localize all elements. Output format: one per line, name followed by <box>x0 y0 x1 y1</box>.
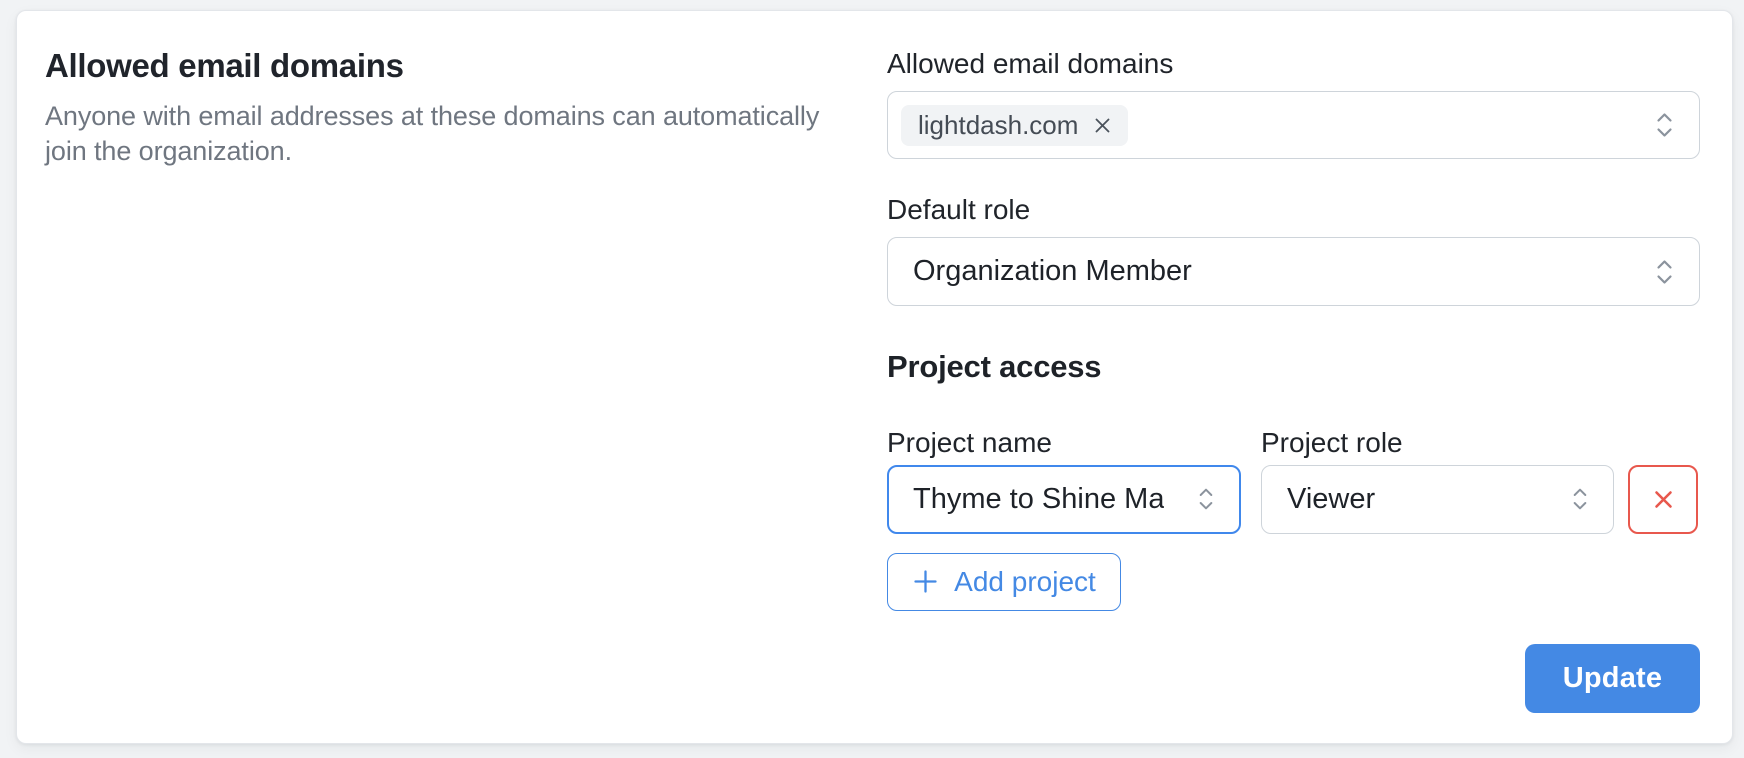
email-domains-multiselect[interactable]: lightdash.com <box>887 91 1700 159</box>
chevron-updown-icon <box>1651 253 1678 291</box>
chevron-updown-icon <box>1568 482 1592 516</box>
project-row-labels: Project name Project role <box>887 426 1700 460</box>
update-button[interactable]: Update <box>1525 644 1700 713</box>
project-role-value: Viewer <box>1287 483 1375 516</box>
section-description: Anyone with email addresses at these dom… <box>45 99 845 169</box>
project-name-label: Project name <box>887 426 1261 460</box>
plus-icon <box>912 568 939 595</box>
page-title: Allowed email domains <box>45 47 845 85</box>
default-role-label: Default role <box>887 193 1700 227</box>
project-access-row: Thyme to Shine Ma Viewer <box>887 465 1700 534</box>
section-intro: Allowed email domains Anyone with email … <box>45 47 845 713</box>
settings-form: Allowed email domains lightdash.com Defa… <box>887 47 1700 713</box>
remove-project-button[interactable] <box>1628 465 1698 534</box>
default-role-value: Organization Member <box>913 255 1192 288</box>
project-role-label: Project role <box>1261 426 1403 460</box>
delete-x-icon <box>1648 484 1679 515</box>
project-name-select[interactable]: Thyme to Shine Ma <box>887 465 1241 534</box>
project-role-select[interactable]: Viewer <box>1261 465 1614 534</box>
project-access-heading: Project access <box>887 348 1700 386</box>
add-project-button[interactable]: Add project <box>887 553 1121 611</box>
add-project-label: Add project <box>954 566 1096 598</box>
remove-domain-icon[interactable] <box>1091 114 1114 137</box>
email-domain-tag: lightdash.com <box>901 105 1128 146</box>
email-domains-label: Allowed email domains <box>887 47 1700 81</box>
chevron-updown-icon <box>1651 106 1678 144</box>
allowed-email-domains-panel: Allowed email domains Anyone with email … <box>16 10 1733 744</box>
default-role-select[interactable]: Organization Member <box>887 237 1700 305</box>
project-name-value: Thyme to Shine Ma <box>913 483 1164 516</box>
chevron-updown-icon <box>1194 482 1218 516</box>
email-domain-tag-label: lightdash.com <box>918 110 1078 141</box>
